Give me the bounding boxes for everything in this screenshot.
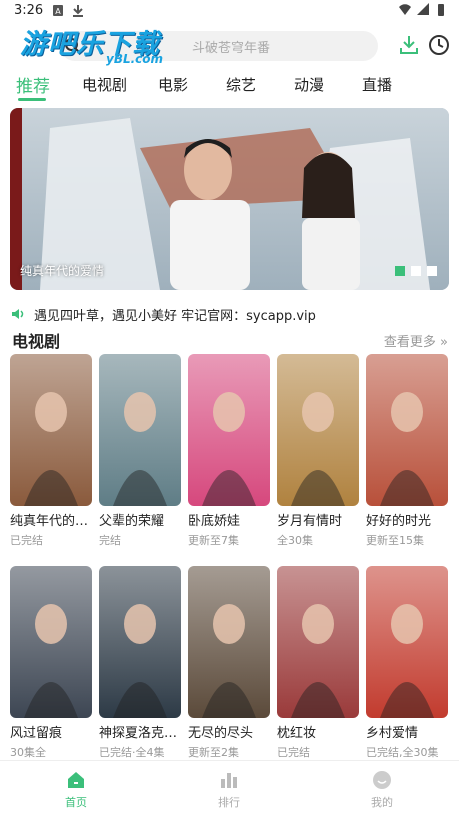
banner-caption: 纯真年代的爱情 — [20, 264, 105, 278]
drama-title[interactable]: 好好的时光 — [366, 510, 448, 529]
drama-poster[interactable] — [99, 566, 181, 718]
nav-ranking[interactable]: 排行 — [199, 769, 259, 810]
drama-title[interactable]: 乡村爱情 — [366, 722, 448, 741]
section-header: 电视剧 查看更多 » — [12, 328, 448, 351]
drama-status: 更新至2集 — [188, 746, 239, 759]
drama-card[interactable]: 枕红妆 已完结 — [277, 566, 359, 760]
drama-status: 更新至7集 — [188, 534, 239, 547]
drama-poster[interactable] — [188, 566, 270, 718]
battery-icon — [438, 4, 444, 16]
banner-dot[interactable] — [427, 266, 437, 276]
svg-text:A: A — [55, 7, 61, 16]
drama-title[interactable]: 风过留痕 — [10, 722, 92, 741]
tab-tv[interactable]: 电视剧 — [82, 74, 127, 95]
drama-status: 30集全 — [10, 746, 46, 759]
history-icon[interactable] — [428, 34, 450, 56]
app-logo: 游吧乐下载 yBL.com — [14, 22, 184, 70]
nav-profile-label: 我的 — [371, 796, 393, 809]
drama-status: 完结 — [99, 534, 121, 547]
download-icon[interactable] — [398, 34, 420, 56]
drama-card[interactable]: 无尽的尽头更新至2集 — [188, 566, 270, 760]
drama-poster[interactable] — [277, 354, 359, 506]
search-placeholder[interactable]: 斗破苍穹年番 — [192, 37, 270, 56]
notice-bar[interactable]: 遇见四叶草，遇见小美好 牢记官网：sycapp.vip — [10, 304, 449, 324]
nav-home[interactable]: 首页 — [46, 769, 106, 810]
drama-title[interactable]: 无尽的尽头 — [188, 722, 270, 741]
drama-poster[interactable] — [10, 354, 92, 506]
status-time: 3:26 — [14, 3, 44, 18]
nav-ranking-label: 排行 — [218, 796, 240, 809]
drama-card[interactable]: 风过留痕 30集全 — [10, 566, 92, 760]
see-more-link[interactable]: 查看更多 » — [384, 331, 448, 350]
tab-variety[interactable]: 综艺 — [226, 74, 256, 95]
drama-card[interactable]: 卧底娇娃更新至7集 — [188, 354, 270, 548]
drama-status: 全30集 — [277, 534, 313, 547]
drama-title[interactable]: 纯真年代的爱情 — [10, 510, 92, 529]
tab-live[interactable]: 直播 — [362, 74, 392, 95]
category-tabs: 推荐 电视剧 电影 综艺 动漫 直播 — [0, 70, 459, 102]
drama-status: 已完结 — [277, 746, 310, 759]
wifi-icon — [399, 4, 411, 16]
logo-sub: yBL.com — [106, 52, 164, 66]
drama-title[interactable]: 父辈的荣耀 — [99, 510, 181, 529]
tab-recommend[interactable]: 推荐 — [16, 72, 50, 97]
banner-dot-active[interactable] — [395, 266, 405, 276]
status-bar: 3:26 A — [0, 0, 459, 22]
header: 斗破苍穹年番 游吧乐下载 yBL.com — [0, 22, 459, 70]
tab-underline — [18, 98, 46, 101]
home-icon — [68, 772, 84, 788]
drama-card[interactable]: 好好的时光更新至15集 — [366, 354, 448, 548]
tab-movie[interactable]: 电影 — [158, 74, 188, 95]
ranking-icon — [221, 773, 237, 788]
drama-poster[interactable] — [99, 354, 181, 506]
bottom-nav: 首页 排行 我的 — [0, 760, 459, 816]
drama-status: 已完结 — [10, 534, 43, 547]
banner-carousel[interactable]: 纯真年代的爱情 — [10, 108, 449, 290]
drama-poster[interactable] — [10, 566, 92, 718]
nav-home-label: 首页 — [65, 796, 87, 809]
drama-title[interactable]: 枕红妆 — [277, 722, 359, 741]
drama-poster[interactable] — [366, 354, 448, 506]
drama-status: 已完结·全4集 — [99, 746, 165, 759]
drama-card[interactable]: 神探夏洛克第一季已完结·全4集 — [99, 566, 181, 760]
drama-title[interactable]: 卧底娇娃 — [188, 510, 270, 529]
banner-dots — [395, 266, 437, 276]
notification-a-icon: A — [53, 5, 63, 16]
see-more-label[interactable]: 查看更多 — [384, 335, 436, 350]
banner-dot[interactable] — [411, 266, 421, 276]
drama-card[interactable]: 纯真年代的爱情已完结 — [10, 354, 92, 548]
download-status-icon — [73, 5, 83, 17]
signal-icon — [417, 3, 429, 15]
drama-poster[interactable] — [366, 566, 448, 718]
drama-status: 已完结,全30集 — [366, 746, 439, 759]
tab-anime[interactable]: 动漫 — [294, 74, 324, 95]
drama-card[interactable]: 乡村爱情已完结,全30集 — [366, 566, 448, 760]
nav-profile[interactable]: 我的 — [352, 769, 412, 810]
drama-card[interactable]: 父辈的荣耀 完结 — [99, 354, 181, 548]
speaker-icon — [12, 309, 24, 319]
drama-poster[interactable] — [188, 354, 270, 506]
drama-status: 更新至15集 — [366, 534, 424, 547]
drama-card[interactable]: 岁月有情时全30集 — [277, 354, 359, 548]
chevron-right-icon: » — [435, 335, 448, 350]
drama-title[interactable]: 神探夏洛克第一季 — [99, 722, 181, 741]
drama-poster[interactable] — [277, 566, 359, 718]
section-title: 电视剧 — [12, 332, 61, 351]
profile-icon — [373, 771, 391, 789]
drama-title[interactable]: 岁月有情时 — [277, 510, 359, 529]
notice-text: 遇见四叶草，遇见小美好 牢记官网：sycapp.vip — [34, 309, 316, 324]
